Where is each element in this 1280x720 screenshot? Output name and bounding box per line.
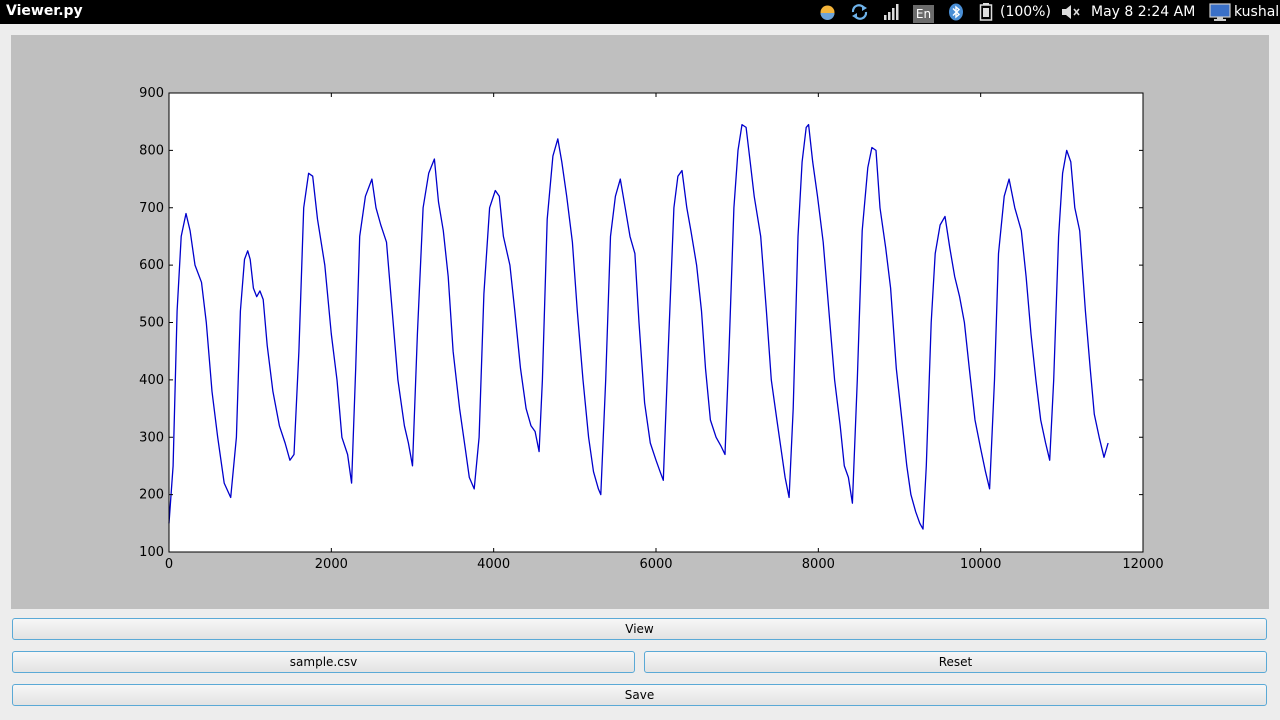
y-tick-label: 800 [139, 143, 164, 158]
user-computer-icon[interactable] [1209, 3, 1231, 21]
sync-icon[interactable] [850, 3, 869, 21]
y-tick-label: 300 [139, 430, 164, 445]
y-tick-label: 200 [139, 488, 164, 503]
x-tick-label: 0 [165, 557, 173, 572]
x-tick-label: 8000 [802, 557, 835, 572]
signal-icon[interactable] [883, 3, 901, 21]
x-tick-label: 2000 [315, 557, 348, 572]
bluetooth-icon[interactable] [948, 3, 964, 21]
x-tick-label: 6000 [639, 557, 672, 572]
keyboard-layout-icon[interactable]: En [913, 3, 934, 23]
clock[interactable]: May 8 2:24 AM [1091, 4, 1195, 20]
save-button[interactable]: Save [12, 684, 1267, 706]
x-tick-label: 10000 [960, 557, 1001, 572]
view-button[interactable]: View [12, 618, 1267, 640]
top-panel: Viewer.py En (100%) May 8 2:24 AM kushal [0, 0, 1280, 24]
keyboard-layout-label: En [913, 5, 934, 23]
y-tick-label: 400 [139, 373, 164, 388]
battery-percentage: (100%) [1000, 4, 1051, 20]
app-title: Viewer.py [6, 3, 83, 19]
reset-button[interactable]: Reset [644, 651, 1267, 673]
figure-canvas: 0 2000 4000 6000 8000 10000 12000 100 200 300 400 5… [11, 35, 1269, 609]
y-tick-label: 700 [139, 201, 164, 216]
weather-icon[interactable] [819, 4, 836, 22]
line-chart: 0 2000 4000 6000 8000 10000 12000 100 200 300 400 5… [139, 86, 1164, 572]
y-tick-label: 600 [139, 258, 164, 273]
y-tick-label: 900 [139, 86, 164, 101]
username[interactable]: kushal [1234, 4, 1279, 20]
volume-icon[interactable] [1060, 3, 1082, 21]
y-tick-label: 100 [139, 545, 164, 560]
battery-icon[interactable] [979, 3, 994, 21]
x-tick-label: 4000 [477, 557, 510, 572]
x-tick-label: 12000 [1122, 557, 1163, 572]
y-tick-label: 500 [139, 316, 164, 331]
file-button[interactable]: sample.csv [12, 651, 635, 673]
